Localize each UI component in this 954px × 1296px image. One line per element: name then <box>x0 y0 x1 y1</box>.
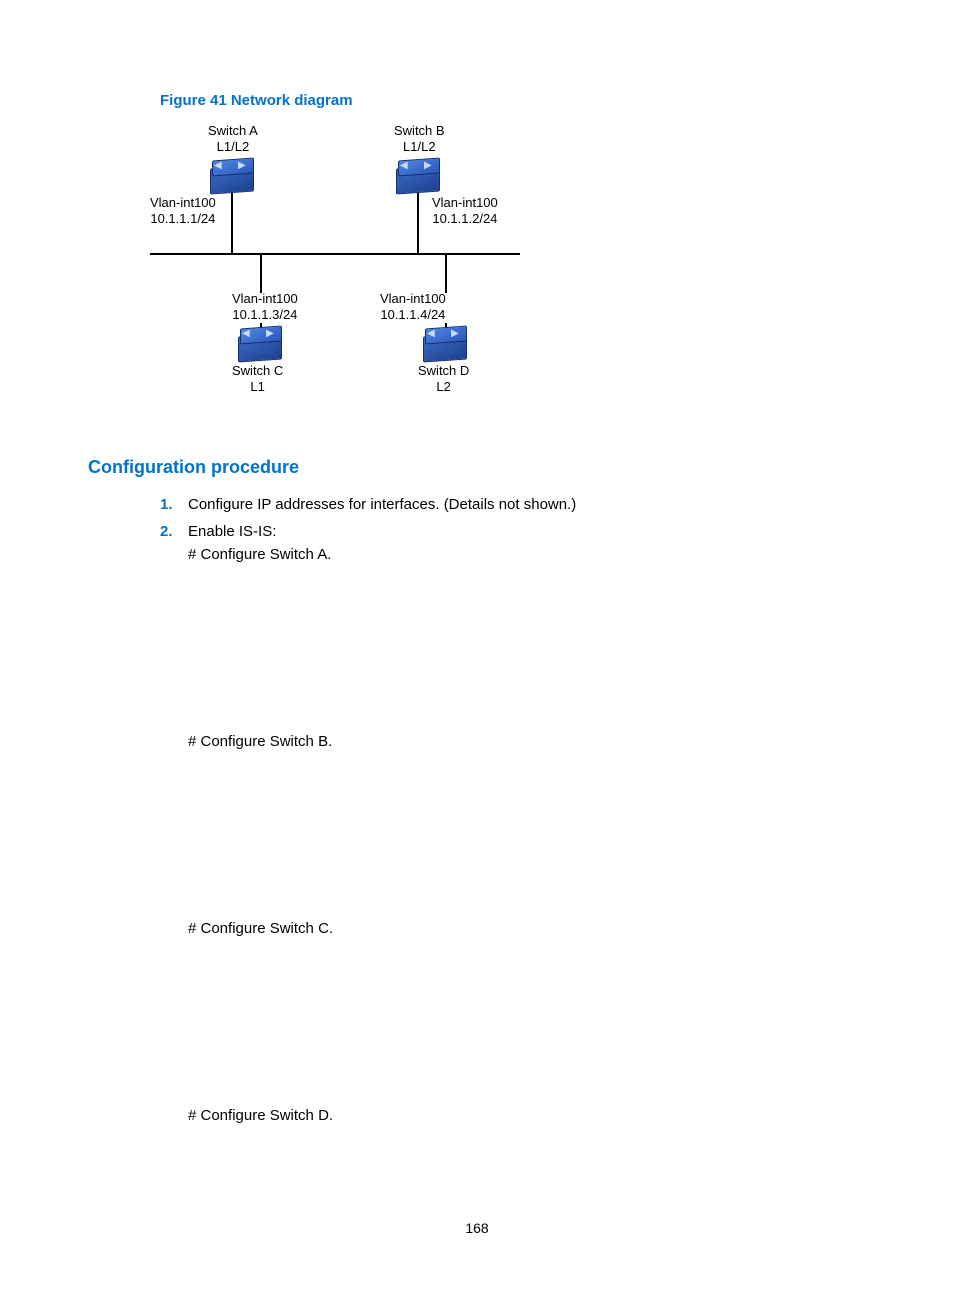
step-item: 2. Enable IS-IS: # Configure Switch A. <box>188 523 866 563</box>
switch-b-name-label: Switch B L1/L2 <box>394 123 445 156</box>
switch-b-ip: 10.1.1.2/24 <box>432 211 498 227</box>
switch-c-level: L1 <box>232 379 283 395</box>
switch-b-if-box: Vlan-int100 10.1.1.2/24 <box>432 195 498 228</box>
diagram-line <box>150 253 520 255</box>
page-number: 168 <box>0 1220 954 1236</box>
diagram-line <box>445 253 447 293</box>
switch-c-if: Vlan-int100 <box>232 291 298 307</box>
switch-d-name: Switch D <box>418 363 469 379</box>
switch-icon: ◀ ▶ <box>210 167 254 193</box>
switch-b-if: Vlan-int100 <box>432 195 498 211</box>
switch-b-level: L1/L2 <box>394 139 445 155</box>
figure-title: Figure 41 Network diagram <box>160 92 866 109</box>
switch-a-name: Switch A <box>208 123 258 139</box>
step-item: 1. Configure IP addresses for interfaces… <box>188 496 866 513</box>
diagram-line <box>260 253 262 293</box>
switch-a-if: Vlan-int100 <box>150 195 216 211</box>
switch-c-name: Switch C <box>232 363 283 379</box>
switch-icon: ◀ ▶ <box>238 335 282 361</box>
page: Figure 41 Network diagram Switch A L1/L2… <box>0 0 954 1296</box>
switch-d-ip: 10.1.1.4/24 <box>380 307 446 323</box>
switch-icon: ◀ ▶ <box>423 335 467 361</box>
step-text: Enable IS-IS: <box>188 523 276 540</box>
switch-d-name-label: Switch D L2 <box>418 363 469 396</box>
switch-d-if: Vlan-int100 <box>380 291 446 307</box>
switch-b-name: Switch B <box>394 123 445 139</box>
switch-icon: ◀ ▶ <box>396 167 440 193</box>
config-block: # Configure Switch B. # Configure Switch… <box>188 733 866 1124</box>
step-number: 2. <box>160 523 173 540</box>
switch-c-name-label: Switch C L1 <box>232 363 283 396</box>
diagram-line <box>231 193 233 253</box>
config-switch-c-label: # Configure Switch C. <box>188 920 866 937</box>
switch-c-if-box: Vlan-int100 10.1.1.3/24 <box>232 291 298 324</box>
diagram-line <box>417 193 419 253</box>
config-switch-d-label: # Configure Switch D. <box>188 1107 866 1124</box>
switch-a-name-label: Switch A L1/L2 <box>208 123 258 156</box>
switch-a-ip: 10.1.1.1/24 <box>150 211 216 227</box>
steps-list: 1. Configure IP addresses for interfaces… <box>88 496 866 563</box>
step-subtext: # Configure Switch A. <box>188 546 866 563</box>
section-heading: Configuration procedure <box>88 457 866 478</box>
step-text: Configure IP addresses for interfaces. (… <box>188 496 576 513</box>
switch-a-level: L1/L2 <box>208 139 258 155</box>
switch-c-ip: 10.1.1.3/24 <box>232 307 298 323</box>
step-number: 1. <box>160 496 173 513</box>
switch-a-if-box: Vlan-int100 10.1.1.1/24 <box>150 195 216 228</box>
switch-d-if-box: Vlan-int100 10.1.1.4/24 <box>380 291 446 324</box>
config-switch-b-label: # Configure Switch B. <box>188 733 866 750</box>
network-diagram: Switch A L1/L2 ◀ ▶ Vlan-int100 10.1.1.1/… <box>160 123 540 423</box>
switch-d-level: L2 <box>418 379 469 395</box>
